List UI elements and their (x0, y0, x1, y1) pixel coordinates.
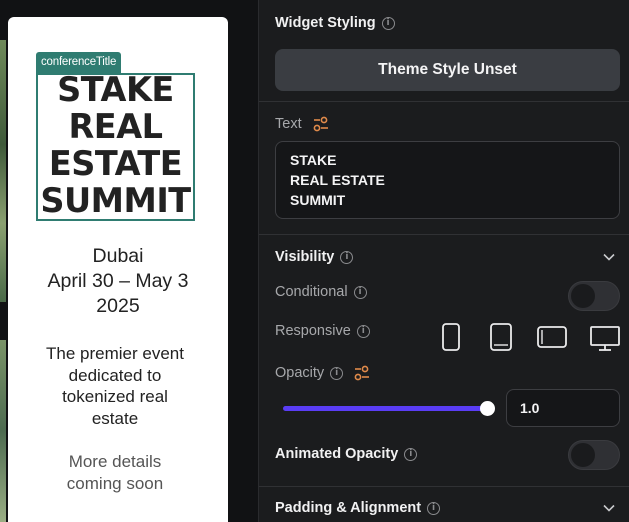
divider (259, 101, 629, 102)
tablet-portrait-icon[interactable] (489, 323, 513, 351)
properties-panel: Widget Styling i Theme Style Unset Text S… (258, 0, 629, 522)
info-icon[interactable]: i (381, 16, 395, 30)
info-icon[interactable]: i (427, 501, 441, 515)
conditional-row: Conditional i (275, 284, 367, 300)
background-image-strip (0, 40, 6, 302)
text-field-label: Text (275, 116, 302, 132)
info-icon[interactable]: i (356, 324, 370, 338)
theme-style-button[interactable]: Theme Style Unset (275, 49, 620, 91)
desktop-icon[interactable] (590, 326, 620, 352)
opacity-label: Opacity (275, 365, 325, 381)
widget-styling-title: Widget Styling (275, 15, 376, 31)
responsive-label: Responsive (275, 323, 351, 339)
event-city[interactable]: Dubai (8, 244, 228, 269)
conditional-label: Conditional (275, 284, 348, 300)
more-details-text[interactable]: More details coming soon (8, 451, 222, 494)
tune-icon[interactable] (353, 365, 371, 381)
info-icon[interactable]: i (404, 447, 418, 461)
toggle-knob (571, 284, 595, 308)
tune-icon[interactable] (312, 116, 330, 132)
text-field-header: Text (275, 116, 330, 132)
opacity-slider-handle[interactable] (480, 401, 495, 416)
padding-alignment-header[interactable]: Padding & Alignment i (275, 500, 441, 516)
info-icon[interactable]: i (340, 250, 354, 264)
text-value-input[interactable]: STAKE REAL ESTATE SUMMIT (275, 141, 620, 219)
animated-opacity-label: Animated Opacity (275, 446, 399, 462)
mobile-icon[interactable] (441, 323, 461, 351)
conditional-toggle[interactable] (568, 281, 620, 311)
info-icon[interactable]: i (353, 285, 367, 299)
canvas-preview: conferenceTitle STAKE REAL ESTATE SUMMIT… (0, 0, 258, 522)
visibility-header[interactable]: Visibility i (275, 249, 354, 265)
opacity-row: Opacity i (275, 365, 371, 381)
conference-title[interactable]: STAKE REAL ESTATE SUMMIT (36, 71, 195, 219)
event-dates[interactable]: April 30 – May 3 2025 (8, 269, 228, 319)
animated-opacity-toggle[interactable] (568, 440, 620, 470)
padding-alignment-title: Padding & Alignment (275, 500, 422, 516)
divider (259, 234, 629, 235)
widget-styling-header: Widget Styling i (275, 15, 395, 31)
info-icon[interactable]: i (330, 366, 344, 380)
opacity-slider-track[interactable] (283, 406, 488, 411)
divider (259, 486, 629, 487)
event-description[interactable]: The premier event dedicated to tokenized… (8, 343, 222, 429)
animated-opacity-row: Animated Opacity i (275, 446, 418, 462)
toggle-knob (571, 443, 595, 467)
chevron-down-icon[interactable] (603, 251, 615, 263)
visibility-title: Visibility (275, 249, 335, 265)
opacity-input[interactable]: 1.0 (506, 389, 620, 427)
background-image-strip (0, 340, 6, 522)
chevron-down-icon[interactable] (603, 502, 615, 514)
tablet-landscape-icon[interactable] (537, 326, 567, 348)
responsive-row: Responsive i (275, 323, 370, 339)
